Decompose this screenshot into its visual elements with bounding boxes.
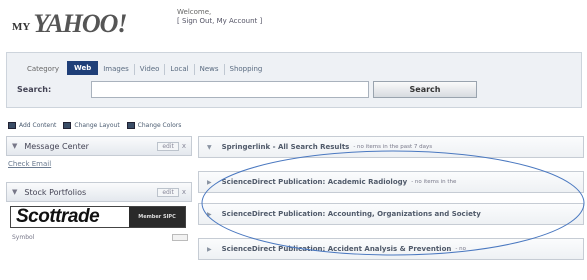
change-layout-button[interactable]: Change Layout <box>63 122 120 129</box>
expand-triangle-icon[interactable]: ▼ <box>207 144 212 151</box>
stock-portfolios-title: Stock Portfolios <box>24 187 87 197</box>
expand-triangle-icon[interactable]: ▶ <box>207 246 212 253</box>
search-label: Search: <box>17 85 52 94</box>
search-panel: Category Web Images Video Local News Sho… <box>6 52 582 108</box>
change-colors-label: Change Colors <box>137 122 182 129</box>
search-input[interactable] <box>91 81 369 98</box>
symbol-label: Symbol <box>12 234 35 241</box>
feed-meta: - no <box>455 246 466 252</box>
welcome-text: Welcome, <box>177 8 212 16</box>
change-colors-icon <box>126 122 135 129</box>
scottrade-promo: Member SIPC <box>129 207 185 227</box>
symbol-row: Symbol <box>6 228 192 241</box>
add-content-button[interactable]: Add Content <box>8 122 56 129</box>
expand-triangle-icon[interactable]: ▶ <box>207 211 212 218</box>
search-button[interactable]: Search <box>373 81 477 98</box>
add-content-icon <box>8 122 16 129</box>
collapse-triangle-icon[interactable]: ▼ <box>12 188 17 196</box>
tab-local[interactable]: Local <box>165 64 195 75</box>
signout-link[interactable]: [ Sign Out, My Account ] <box>177 17 262 26</box>
welcome-block: Welcome, [ Sign Out, My Account ] <box>177 8 262 26</box>
feed-row[interactable]: ▼ Springerlink - All Search Results - no… <box>198 136 584 158</box>
feed-title[interactable]: ScienceDirect Publication: Accident Anal… <box>222 245 452 253</box>
symbol-box[interactable] <box>172 234 188 241</box>
feed-row[interactable]: ▶ ScienceDirect Publication: Accident An… <box>198 238 584 260</box>
collapse-triangle-icon[interactable]: ▼ <box>12 142 17 150</box>
feed-title[interactable]: ScienceDirect Publication: Accounting, O… <box>222 210 481 218</box>
left-column: ▼ Message Center edit x Check Email ▼ St… <box>6 136 192 241</box>
search-tabs: Category Web Images Video Local News Sho… <box>27 59 267 75</box>
logo-yahoo: YAHOO! <box>33 9 127 38</box>
logo-my: MY <box>12 21 31 33</box>
tab-category: Category <box>27 65 59 73</box>
feed-title[interactable]: ScienceDirect Publication: Academic Radi… <box>222 178 408 186</box>
tab-video[interactable]: Video <box>135 64 166 75</box>
change-colors-button[interactable]: Change Colors <box>126 122 182 129</box>
stock-portfolios-header[interactable]: ▼ Stock Portfolios edit x <box>6 182 192 202</box>
change-layout-label: Change Layout <box>74 122 120 129</box>
tab-news[interactable]: News <box>195 64 225 75</box>
change-layout-icon <box>63 122 72 129</box>
tab-images[interactable]: Images <box>98 64 135 75</box>
feed-row[interactable]: ▶ ScienceDirect Publication: Accounting,… <box>198 203 584 225</box>
feed-meta: - no items in the past 7 days <box>353 144 433 150</box>
check-email-link[interactable]: Check Email <box>6 156 192 178</box>
stock-portfolios-edit-button[interactable]: edit <box>157 187 179 197</box>
scottrade-ad[interactable]: Scottrade Member SIPC <box>10 206 186 228</box>
feed-meta: - no items in the <box>411 179 457 185</box>
message-center-close-icon[interactable]: x <box>182 142 186 150</box>
message-center-title: Message Center <box>24 141 89 151</box>
feed-list: ▼ Springerlink - All Search Results - no… <box>198 136 584 273</box>
page-toolbar: Add Content Change Layout Change Colors <box>8 122 181 129</box>
stock-portfolios-close-icon[interactable]: x <box>182 188 186 196</box>
yahoo-logo[interactable]: MY YAHOO! <box>12 9 128 38</box>
feed-title[interactable]: Springerlink - All Search Results <box>222 143 350 151</box>
add-content-label: Add Content <box>19 122 57 129</box>
message-center-header[interactable]: ▼ Message Center edit x <box>6 136 192 156</box>
feed-row[interactable]: ▶ ScienceDirect Publication: Academic Ra… <box>198 171 584 193</box>
message-center-edit-button[interactable]: edit <box>157 141 179 151</box>
expand-triangle-icon[interactable]: ▶ <box>207 179 212 186</box>
tab-web[interactable]: Web <box>66 61 99 75</box>
tab-shopping[interactable]: Shopping <box>225 64 268 75</box>
scottrade-logo: Scottrade <box>11 207 129 227</box>
